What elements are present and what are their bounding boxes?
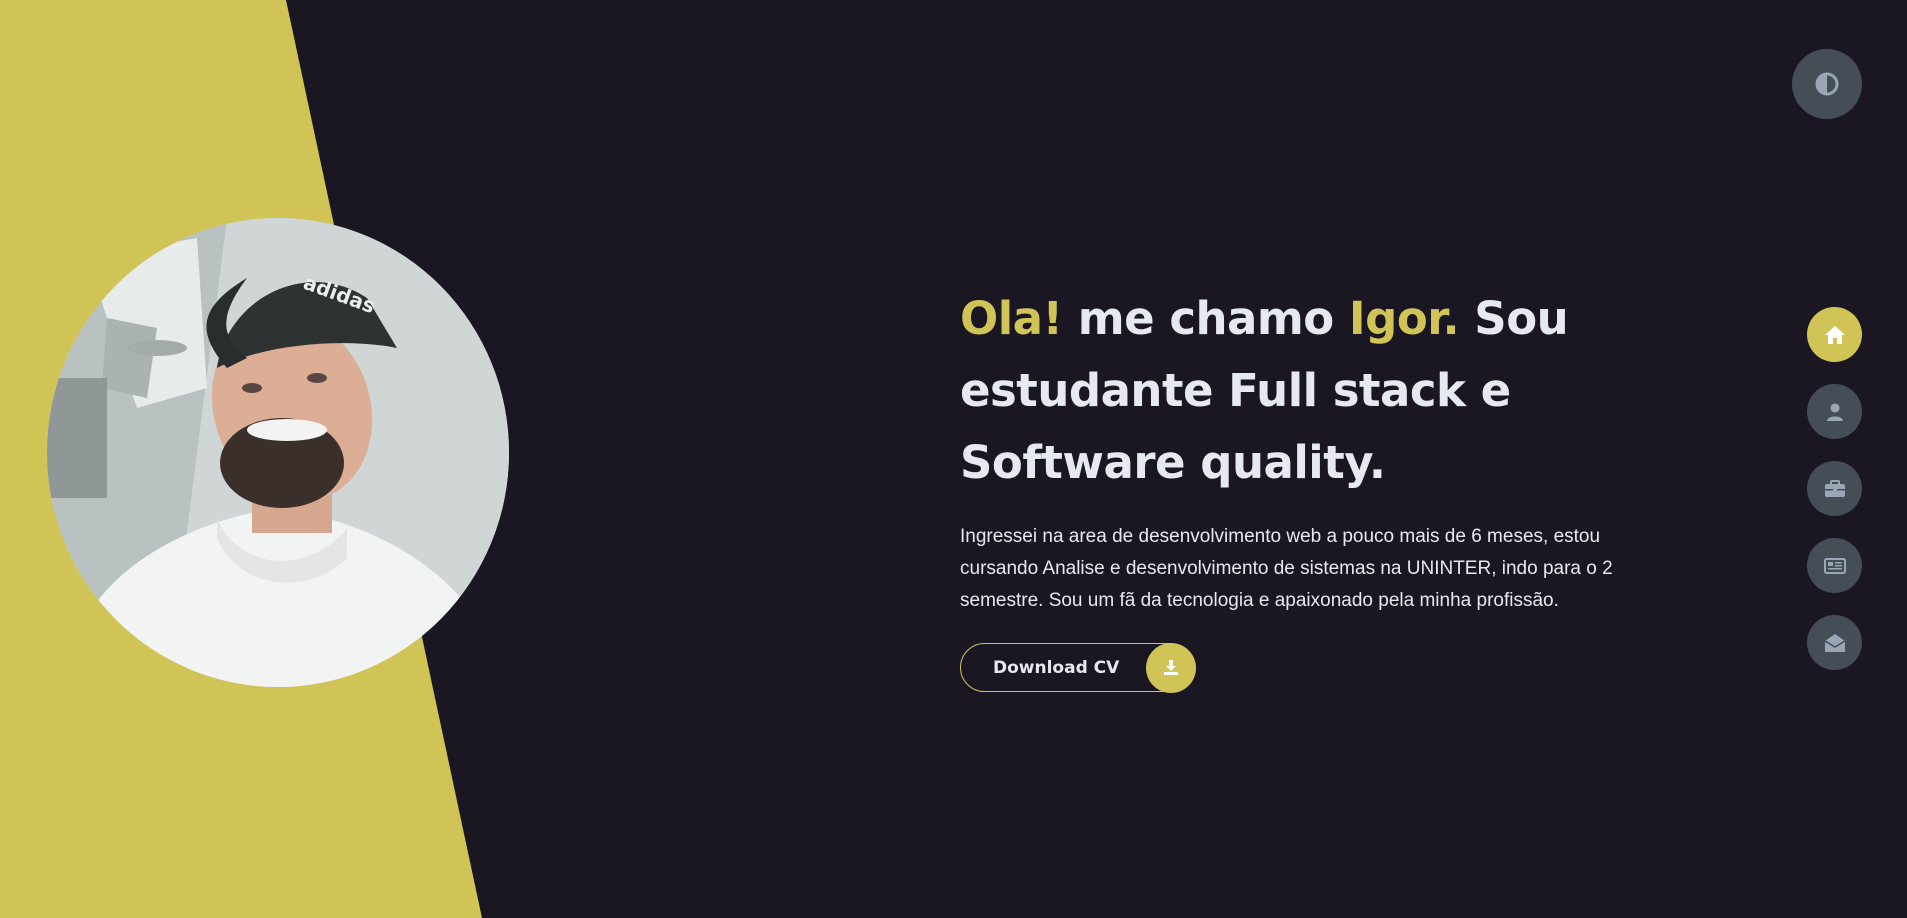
home-icon <box>1824 325 1845 344</box>
download-icon <box>1145 642 1196 693</box>
user-icon <box>1826 403 1843 421</box>
nav-about-button[interactable] <box>1807 384 1862 439</box>
hero-section: Ola! me chamo Igor. Sou estudante Full s… <box>960 283 1680 693</box>
download-cv-button[interactable]: Download CV <box>960 642 1196 693</box>
nav-blog-button[interactable] <box>1807 538 1862 593</box>
profile-photo: adidas <box>47 218 509 687</box>
envelope-open-icon <box>1824 633 1845 652</box>
theme-toggle-button[interactable] <box>1792 49 1862 119</box>
nav-contact-button[interactable] <box>1807 615 1862 670</box>
briefcase-icon <box>1824 479 1845 497</box>
contrast-icon <box>1815 72 1839 96</box>
greeting-text: Ola! <box>960 292 1063 345</box>
nav-home-button[interactable] <box>1807 307 1862 362</box>
name-prefix-text: me chamo <box>1062 292 1349 345</box>
newspaper-icon <box>1823 557 1846 574</box>
intro-paragraph: Ingressei na area de desenvolvimento web… <box>960 526 1613 611</box>
download-cv-label: Download CV <box>993 657 1120 678</box>
nav-portfolio-button[interactable] <box>1807 461 1862 516</box>
name-text: Igor. <box>1348 292 1460 345</box>
page: adidas Ola! me chamo Igor. Sou estudante… <box>0 0 1907 918</box>
hero-headline: Ola! me chamo Igor. Sou estudante Full s… <box>960 283 1680 499</box>
